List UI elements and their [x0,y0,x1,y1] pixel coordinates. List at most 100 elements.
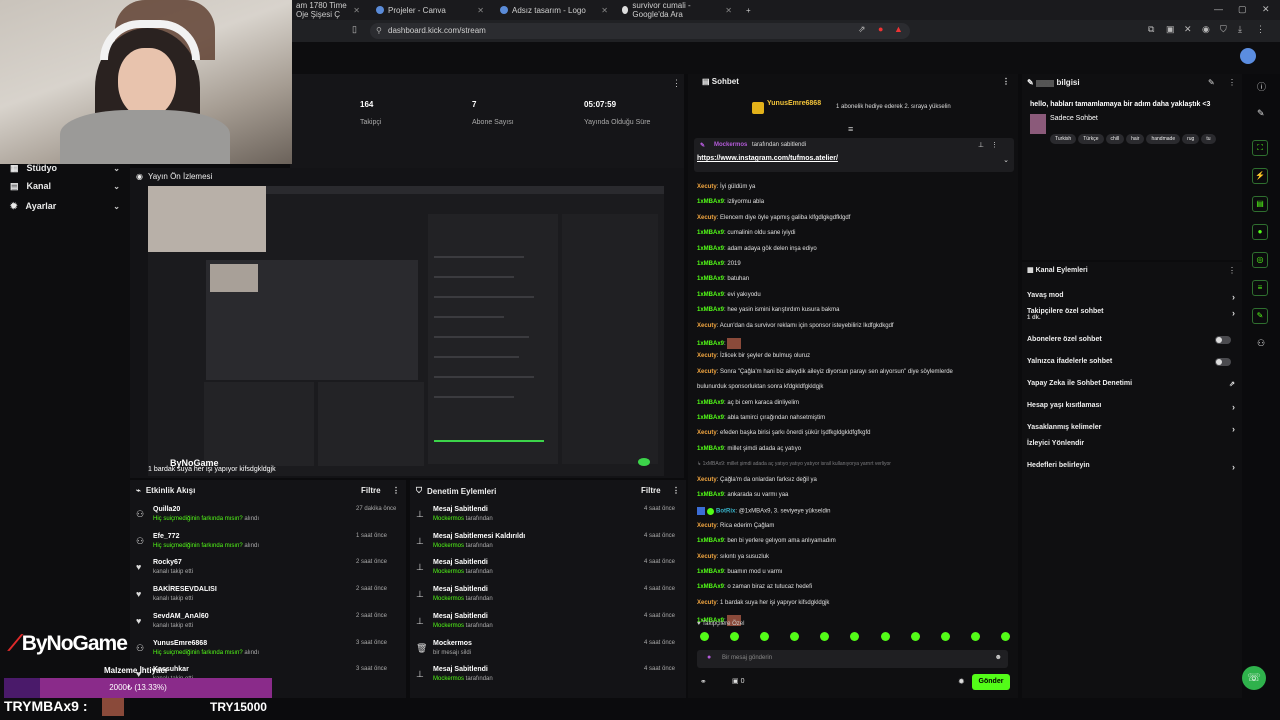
minimize-icon[interactable]: — [1214,4,1223,14]
activity-row[interactable]: ♥ Rocky67 kanalı takip etti 2 saat önce [136,559,398,585]
emote-icon[interactable] [850,632,860,641]
activity-row[interactable]: ⚇ YunusEmre6868 Hiç suiçmediğinin farkında… [136,640,398,666]
emote-icon[interactable] [730,632,740,641]
moderation-row[interactable]: ⊥ Mesaj Sabitlendi Mockermos tarafından 4 s… [416,586,678,612]
microphone-icon[interactable]: ● [707,654,711,661]
more-icon[interactable]: ⋮ [1002,77,1010,86]
moderation-row[interactable]: ⊥ Mesaj Sabitlendi Mockermos tarafından 4 s… [416,613,678,639]
bookmark-icon[interactable]: ▯ [352,24,357,35]
chat-message[interactable]: 1xMBAx9: evi yakıyodu [697,292,761,298]
chat-message[interactable]: Xecuty: efeden başka birisi şarkı önerdi… [697,430,870,436]
chat-username[interactable]: 1xMBAx9 [697,400,724,406]
chat-bubble-icon[interactable]: ● [1252,224,1268,240]
browser-tab[interactable]: Projeler - Canva ✕ [370,2,490,18]
chat-username[interactable]: 1xMBAx9 [697,246,724,252]
chat-message[interactable]: BotRix: @1xMBAx9, 3. seviyeye yükseldin [697,507,830,516]
activity-row[interactable]: ⚇ Quilla20 Hiç suiçmediğinin farkında mısı… [136,506,398,532]
support-icon[interactable]: ☏ [1242,666,1266,690]
chat-username[interactable]: Xecuty [697,430,717,436]
site-info-icon[interactable]: ⚲ [376,23,382,39]
close-tab-icon[interactable]: ✕ [725,6,738,15]
chat-input[interactable]: ● Bir mesaj gönderin ☻ [697,650,1008,668]
chat-username[interactable]: Xecuty [697,184,717,190]
emote-icon[interactable] [790,632,800,641]
chat-message[interactable]: 1xMBAx9: abla tamirci çırağından nahsetm… [697,415,825,421]
chat-message[interactable]: 1xMBAx9: batuhan [697,276,749,282]
chat-message[interactable]: 1xMBAx9: [697,338,742,349]
chat-message[interactable]: Xecuty: Sonra "Çağla'm hani biz aileydik… [697,369,953,375]
chat-message[interactable]: Xecuty: İyi güldüm ya [697,184,755,190]
emote-icon[interactable] [760,632,770,641]
more-icon[interactable]: ⋮ [672,486,680,495]
chat-message[interactable]: Xecuty: Elencem diye öyle yapmış galiba … [697,215,850,221]
channel-action-item[interactable]: Takipçilere özel sohbet 1 dk. › [1027,308,1235,321]
tag[interactable]: tu [1201,134,1216,144]
chat-message[interactable]: 1xMBAx9: aç bi cem karaca dinliyelim [697,400,799,406]
pinned-link[interactable]: https://www.instagram.com/tufmos.atelier… [697,155,838,162]
tag[interactable]: hair [1126,134,1145,144]
moderation-row[interactable]: ⊥ Mesaj Sabitlendi Mockermos tarafından 4 s… [416,506,678,532]
channel-action-item[interactable]: İzleyici Yönlendir [1027,440,1235,447]
close-tab-icon[interactable]: ✕ [601,6,614,15]
close-window-icon[interactable]: ✕ [1262,4,1270,15]
chat-username[interactable]: Xecuty [697,554,717,560]
close-tab-icon[interactable]: ✕ [477,6,490,15]
chat-username[interactable]: 1xMBAx9 [697,261,724,267]
chat-message[interactable]: 1xMBAx9: o zaman biraz az tutucaz hedefi [697,584,812,590]
sidebar-item-channel[interactable]: ▤ Kanal ⌄ [10,178,120,194]
moderation-row[interactable]: ⊥ Mesaj Sabitlendi Mockermos tarafından 4 s… [416,559,678,585]
warning-icon[interactable]: ▲ [894,24,903,34]
broadcast-icon[interactable]: ◎ [1252,252,1268,268]
chat-message[interactable]: 1xMBAx9: 2019 [697,261,741,267]
document-icon[interactable]: ▤ [1252,196,1268,212]
chat-username[interactable]: Xecuty [697,523,717,529]
emote-icon[interactable] [970,632,980,641]
chat-message[interactable]: 1xMBAx9: izliyormu abla [697,199,764,205]
pencil-icon[interactable]: ✎ [1257,108,1265,119]
inventory-counter[interactable]: ▣ 0 [732,677,744,685]
more-icon[interactable]: ⋮ [392,486,400,495]
more-icon[interactable]: ⋮ [1228,78,1236,87]
chat-message[interactable]: Xecuty: Rica ederim Çağlam [697,523,774,529]
send-button[interactable]: Gönder [972,674,1010,690]
new-tab-button[interactable]: + [740,2,754,18]
url-field[interactable]: ⚲ dashboard.kick.com/stream [370,23,910,39]
list-icon[interactable]: ≡ [1252,280,1268,296]
moderation-row[interactable]: 🗑 Mockermos bir mesajı sildi 4 saat önce [416,640,678,666]
channel-action-item[interactable]: Hesap yaşı kısıtlaması › [1027,402,1235,412]
chat-message[interactable]: Xecuty: 1 bardak suya her işi yapıyor ki… [697,600,829,606]
chat-username[interactable]: 1xMBAx9 [697,446,724,452]
chat-username[interactable]: 1xMBAx9 [697,276,724,282]
maximize-icon[interactable]: ▢ [1238,4,1247,15]
emote-icon[interactable] [820,632,830,641]
tag[interactable]: Türkçe [1078,134,1104,144]
sidebar-item-settings[interactable]: ✹ Ayarlar ⌄ [10,198,120,214]
emote-icon[interactable] [880,632,890,641]
activity-row[interactable]: ♥ SevdAM_AnAl60 kanalı takip etti 2 saat ön… [136,613,398,639]
eye-icon[interactable]: ◉ [1202,24,1210,35]
chat-username[interactable]: 1xMBAx9 [697,199,724,205]
emote-icon[interactable] [1000,632,1010,641]
extensions-icon[interactable]: ⧉ [1148,24,1154,35]
unpin-icon[interactable]: ⊥ [978,141,984,149]
channel-action-item[interactable]: Hedefleri belirleyin › [1027,462,1235,472]
chat-username[interactable]: 1xMBAx9 [697,538,724,544]
download-icon[interactable]: ⤓ [1238,24,1242,35]
chat-username[interactable]: 1xMBAx9 [697,569,724,575]
chat-message[interactable]: bulunurduk sponsorluktan sonra kfdgkldfg… [697,384,823,390]
lightning-icon[interactable]: ⚡ [1252,168,1268,184]
activity-filter-button[interactable]: Filtre [361,486,381,495]
users-icon[interactable]: ⚇ [1257,338,1265,349]
chat-message[interactable]: ↳ 1xMBAx9: millet şimdi adada aç yatıyo … [697,461,891,467]
tag[interactable]: handmade [1146,134,1181,144]
more-icon[interactable]: ⋮ [991,141,998,149]
wrench-icon[interactable]: ✎ [1252,308,1268,324]
chat-username[interactable]: 1xMBAx9 [697,415,724,421]
moderation-row[interactable]: ⊥ Mesaj Sabitlendi Mockermos tarafından 4 s… [416,666,678,692]
channel-action-item[interactable]: Yasaklanmış kelimeler › [1027,424,1235,434]
chat-username[interactable]: Xecuty [697,323,717,329]
chat-message[interactable]: 1xMBAx9: adam adaya gök delen inşa ediyo [697,246,817,252]
chat-message[interactable]: Xecuty: Acun'dan da survivor reklamı içi… [697,323,894,329]
more-icon[interactable]: ⋮ [1228,266,1236,275]
chat-username[interactable]: Xecuty [697,477,717,483]
